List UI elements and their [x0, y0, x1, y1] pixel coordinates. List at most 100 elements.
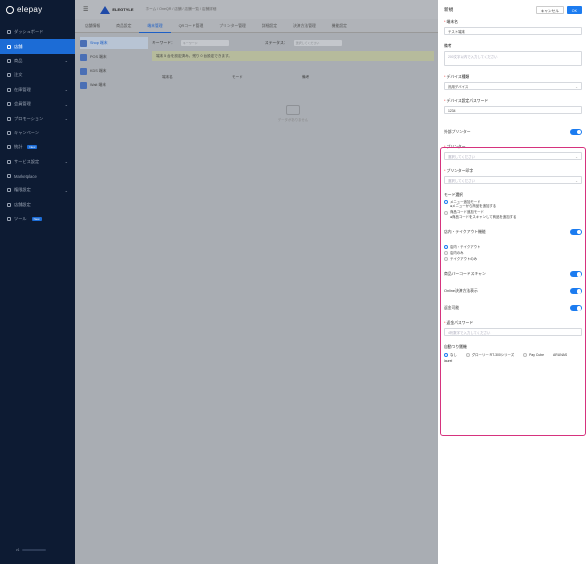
status-label: ステータス： [264, 40, 288, 45]
tab-bar: 店舗情報 商品設定 端末管理 QRコード管理 プリンター管理 詳細設定 決済方法管理 機能設定 [75, 19, 438, 33]
chevron-down-icon: ⌄ [64, 87, 68, 93]
new-badge: New [31, 217, 42, 222]
device-type-label: デバイス種類 [446, 75, 470, 79]
chevron-down-icon: ⌄ [64, 159, 68, 165]
nav-icon [7, 145, 11, 150]
column-device-name: 端末名 [162, 75, 173, 79]
sidebar-item-label: 店舗設定 [14, 201, 31, 207]
keyword-label: キーワード： [152, 40, 175, 45]
sidebar-item[interactable]: 店舗設定 [0, 198, 75, 212]
device-panel: キーワード： キーワード ステータス： 選択してください 端末 5 台を設定済み… [148, 37, 438, 122]
device-type-list: Shop 端末 POS 端末 KDS 端末 Wait 端末 [80, 37, 148, 122]
device-name-label: 端末名 [446, 20, 458, 24]
chevron-down-icon: ⌄ [64, 58, 68, 64]
sidebar-item-label: 注文 [14, 72, 23, 78]
chevron-down-icon: ⌄ [64, 101, 68, 107]
sidebar-item[interactable]: ツール New [0, 212, 75, 226]
device-type-select[interactable]: 汎用デバイス [444, 82, 582, 91]
nav-icon [7, 87, 11, 92]
sidebar-item-label: 商品 [14, 57, 23, 63]
memo-textarea[interactable]: 200文字以内で入力してください [444, 51, 582, 66]
sidebar: elepay ダッシュボード店舗商品 ⌄ 注文在庫管理 ⌄ 会員管理 ⌄ プロモーション ⌄ キ… [0, 0, 75, 564]
sidebar-item[interactable]: 統計 New [0, 140, 75, 154]
table-header: 端末名 モード 備考 [152, 75, 434, 83]
nav-icon [7, 44, 11, 49]
sidebar-item[interactable]: ダッシュボード [0, 25, 75, 39]
device-name-input[interactable]: テスト端末 [444, 27, 582, 35]
main-content: ☰ ELEGTYLE ホーム / OneQR / 店舗 / 店舗一覧 / 店舗詳… [75, 0, 438, 564]
tab[interactable]: 商品設定 [108, 19, 139, 33]
nav-icon [7, 188, 11, 193]
keyword-input[interactable]: キーワード [180, 40, 229, 46]
nav-icon [7, 102, 11, 107]
cancel-button[interactable]: キャンセル [535, 6, 564, 14]
sidebar-item-label: サービス設定 [14, 158, 40, 164]
tab[interactable]: 詳細設定 [254, 19, 285, 33]
device-password-input[interactable]: 1234 [444, 106, 582, 114]
device-type-field: * デバイス種類 汎用デバイス [444, 75, 582, 91]
device-icon [80, 81, 87, 89]
sidebar-item-label: ツール [14, 216, 27, 222]
device-type-item[interactable]: Shop 端末 [80, 37, 148, 49]
chevron-down-icon: ⌄ [64, 116, 68, 122]
nav-icon [7, 30, 11, 35]
tab[interactable]: QRコード管理 [171, 19, 212, 33]
nav-icon [7, 202, 11, 207]
sidebar-item[interactable]: サービス設定 ⌄ [0, 155, 75, 169]
sidebar-item[interactable]: キャンペーン [0, 126, 75, 140]
store-brand-name: ELEGTYLE [112, 7, 134, 12]
device-password-field: * デバイス設定パスワード 1234 [444, 99, 582, 114]
brand-name: elepay [17, 5, 43, 14]
device-type-label: Shop 端末 [90, 40, 108, 45]
sidebar-item-label: 統計 [14, 144, 23, 150]
sidebar-item-label: 店舗 [14, 43, 23, 49]
nav-icon [7, 159, 11, 164]
sidebar-item-label: 会員管理 [14, 101, 31, 107]
tab[interactable]: プリンター管理 [211, 19, 254, 33]
sidebar-item[interactable]: 会員管理 ⌄ [0, 97, 75, 111]
tab[interactable]: 店舗情報 [77, 19, 108, 33]
device-content: Shop 端末 POS 端末 KDS 端末 Wait 端末 キーワード： キーワード … [75, 33, 438, 122]
sidebar-item-label: 在庫管理 [14, 86, 31, 92]
nav-icon [7, 116, 11, 121]
tab[interactable]: 決済方法管理 [285, 19, 324, 33]
sidebar-item[interactable]: プロモーション ⌄ [0, 111, 75, 125]
external-printer-toggle[interactable] [570, 129, 582, 135]
device-type-item[interactable]: Wait 端末 [80, 79, 148, 91]
topbar: ☰ ELEGTYLE ホーム / OneQR / 店舗 / 店舗一覧 / 店舗詳… [75, 0, 438, 19]
status-select[interactable]: 選択してください [293, 40, 342, 46]
external-printer-row: 外部プリンター [444, 128, 582, 136]
sidebar-item[interactable]: 商品 ⌄ [0, 54, 75, 68]
memo-field: 備考 200文字以内で入力してください [444, 44, 582, 66]
device-type-item[interactable]: POS 端末 [80, 51, 148, 63]
empty-text: データがありません [277, 118, 309, 122]
device-type-item[interactable]: KDS 端末 [80, 65, 148, 77]
sidebar-item-label: Marketplace [14, 173, 37, 179]
sidebar-item[interactable]: 注文 [0, 68, 75, 82]
sidebar-item-label: 権限設定 [14, 187, 31, 193]
device-type-label: KDS 端末 [90, 68, 107, 73]
breadcrumb[interactable]: ホーム / OneQR / 店舗 / 店舗一覧 / 店舗詳細 [146, 7, 217, 12]
sidebar-item[interactable]: 店舗 [0, 39, 75, 54]
memo-label: 備考 [444, 44, 452, 48]
hamburger-menu-icon[interactable]: ☰ [83, 6, 88, 13]
tab[interactable]: 端末管理 [139, 19, 171, 33]
sidebar-item-label: プロモーション [14, 115, 44, 121]
device-type-label: Wait 端末 [90, 82, 107, 87]
empty-state: データがありません [263, 105, 323, 122]
version-label: v1 [16, 548, 20, 552]
sidebar-item-label: キャンペーン [14, 129, 39, 135]
sidebar-item[interactable]: 権限設定 ⌄ [0, 183, 75, 197]
store-brand: ELEGTYLE [100, 5, 134, 14]
ok-button[interactable]: OK [566, 6, 582, 14]
chevron-down-icon: ⌄ [64, 187, 68, 193]
external-printer-label: 外部プリンター [444, 129, 471, 134]
sidebar-item[interactable]: Marketplace [0, 169, 75, 183]
elepay-logo-icon [6, 5, 14, 14]
column-mode: モード [232, 75, 243, 79]
tab[interactable]: 機能設定 [324, 19, 355, 33]
device-name-field: * 端末名 テスト端末 [444, 20, 582, 35]
device-password-label: デバイス設定パスワード [446, 99, 489, 103]
drawer-title: 新規 [444, 7, 454, 12]
sidebar-item[interactable]: 在庫管理 ⌄ [0, 83, 75, 97]
